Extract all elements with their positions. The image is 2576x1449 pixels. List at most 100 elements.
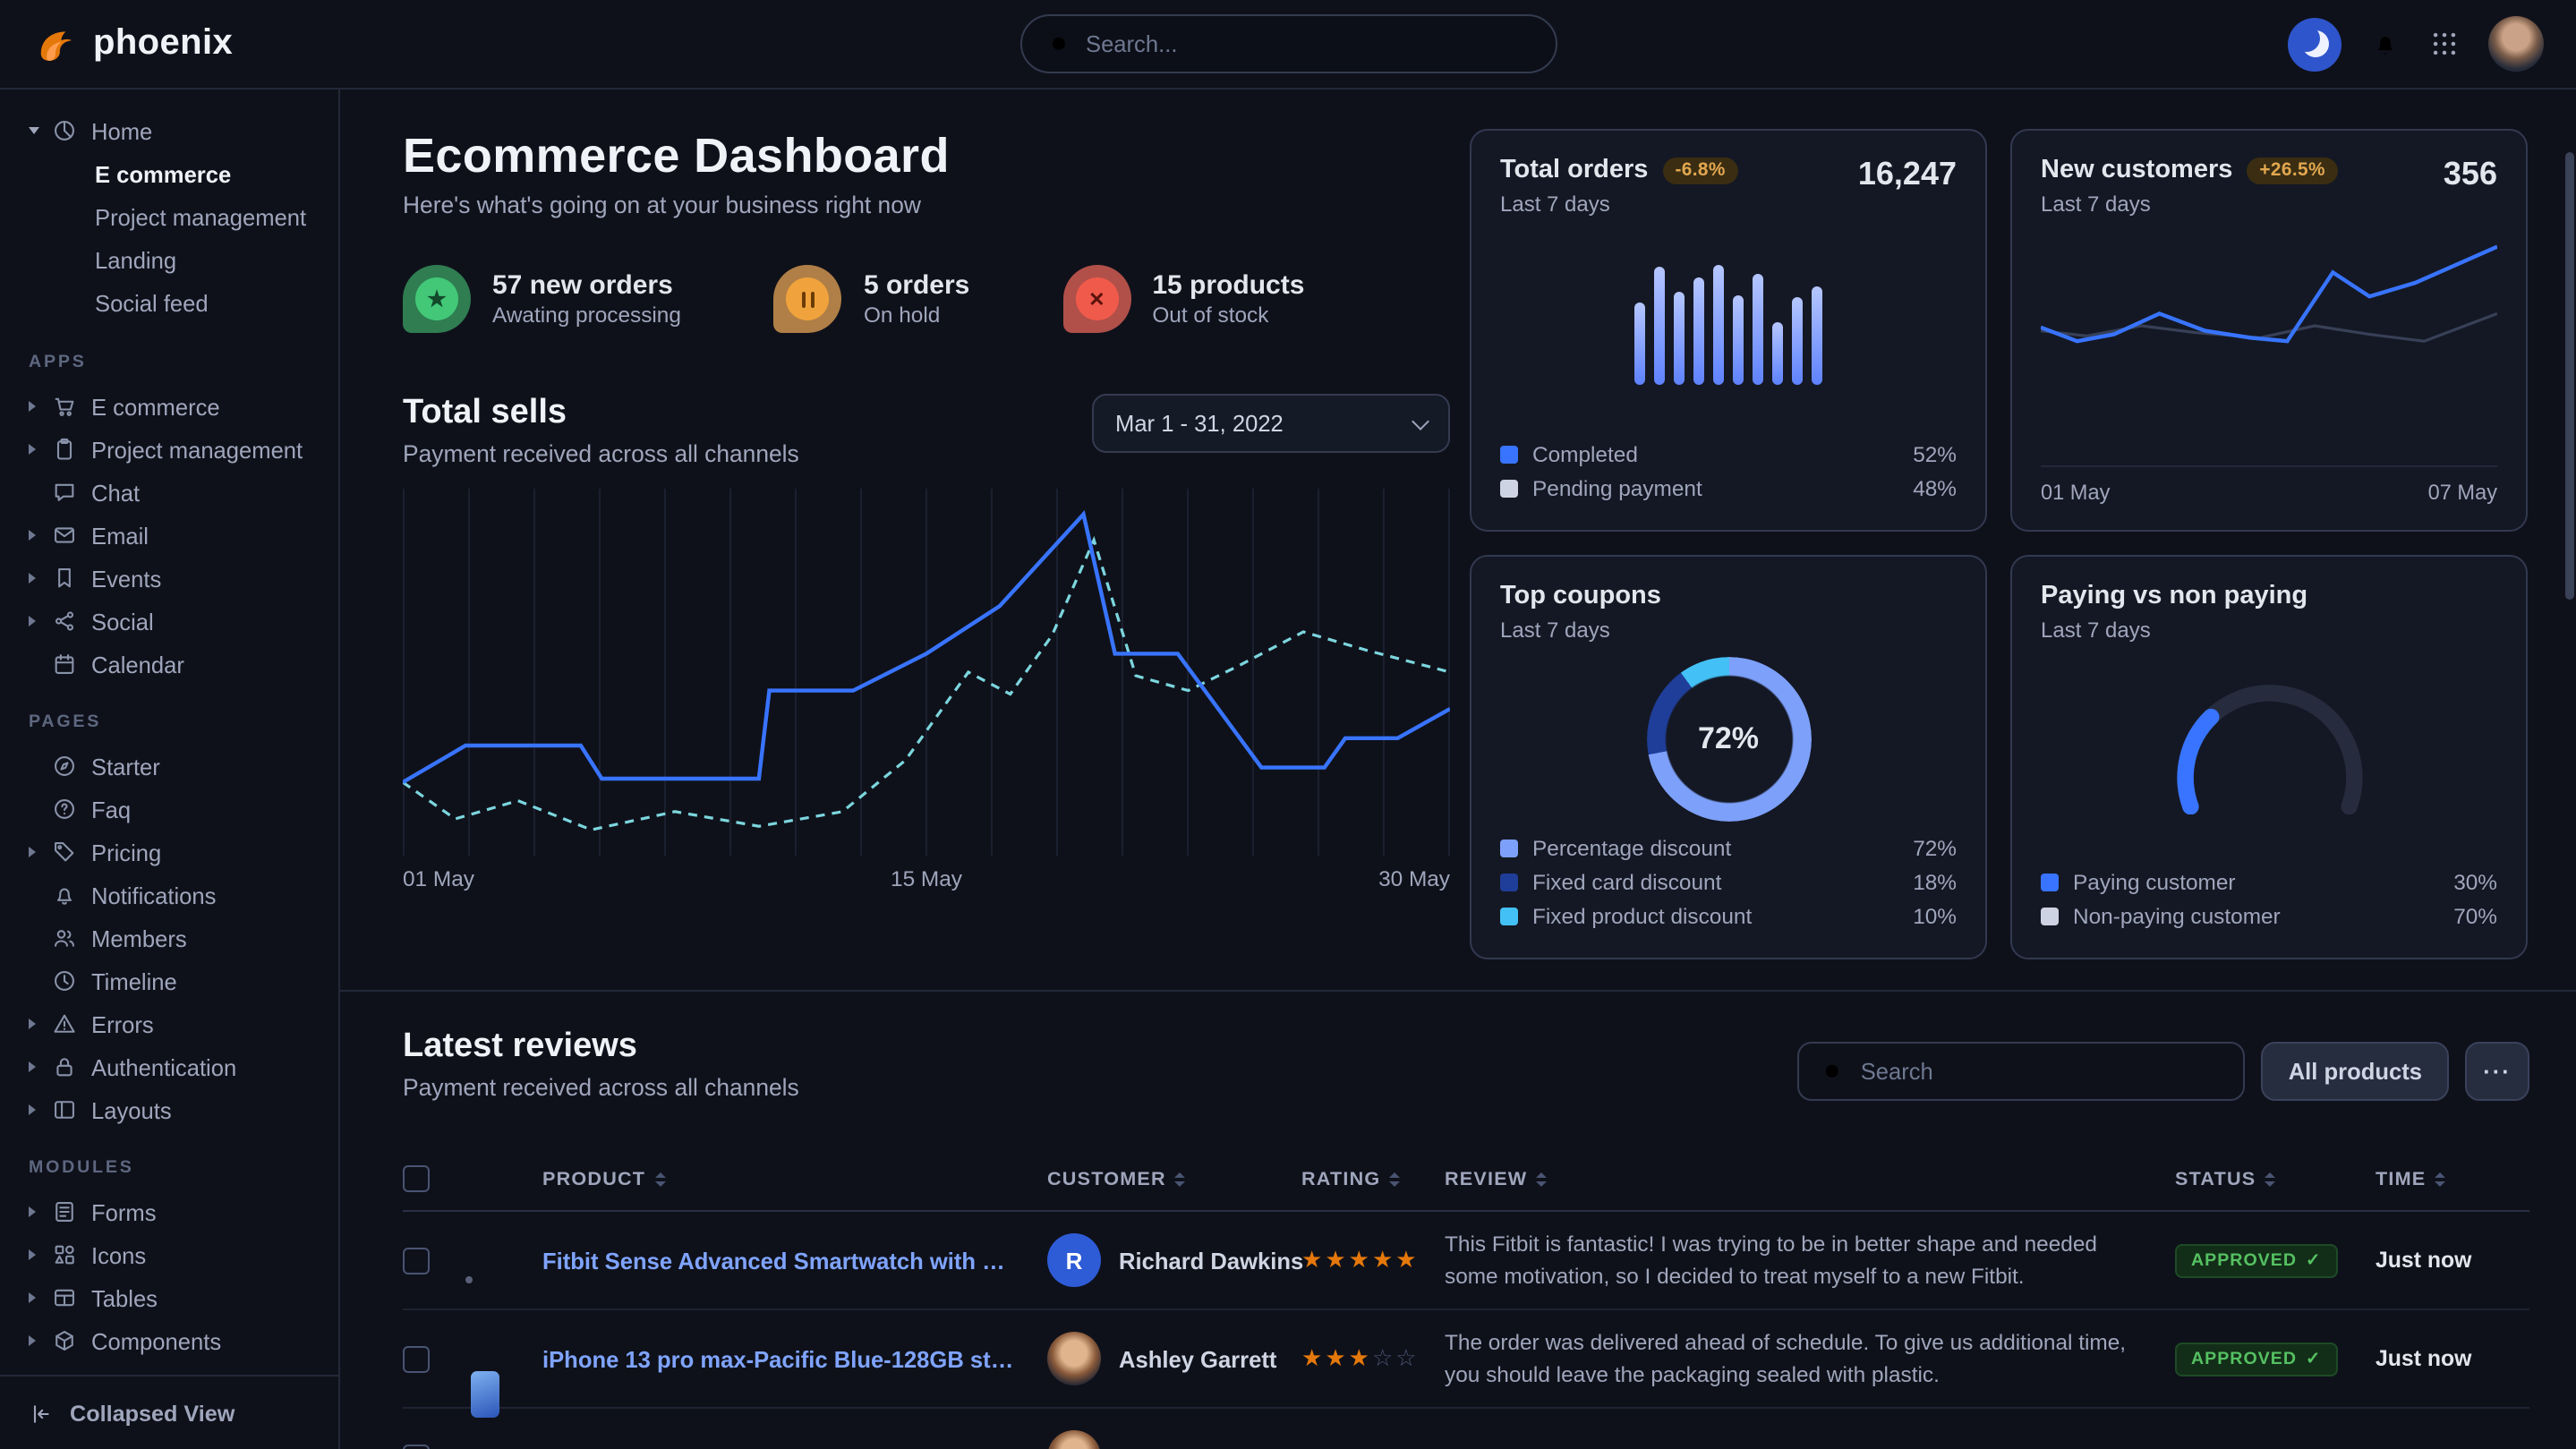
caret-right-icon: [29, 1292, 36, 1303]
reviews-search-box[interactable]: [1798, 1042, 2246, 1101]
table-row: Fitbit Sense Advanced Smartwatch with To…: [403, 1212, 2529, 1310]
sidebar-item-members[interactable]: Members: [0, 916, 338, 959]
select-all-checkbox[interactable]: [403, 1165, 430, 1192]
sidebar-item-social[interactable]: Social: [0, 600, 338, 643]
chevron-down-icon: [1412, 412, 1429, 430]
caret-right-icon: [29, 1249, 36, 1260]
total-sells-x-axis: 01 May 15 May 30 May: [403, 866, 1450, 891]
sidebar-item-landing[interactable]: Landing: [0, 240, 338, 283]
sidebar-nav: Home E commerce Project management Landi…: [0, 89, 338, 1375]
customer-avatar: [1047, 1430, 1101, 1449]
user-avatar[interactable]: [2488, 16, 2544, 72]
caret-right-icon: [29, 401, 36, 412]
collapsed-view-toggle[interactable]: Collapsed View: [0, 1375, 338, 1449]
stat-out-of-stock: ✕ 15 products Out of stock: [1062, 265, 1304, 333]
column-time[interactable]: TIME: [2376, 1168, 2529, 1189]
app-window: phoenix Home E commerce Project manageme…: [0, 0, 2576, 1449]
sidebar-item-project-management-dashboard[interactable]: Project management: [0, 197, 338, 240]
global-search-box[interactable]: [1019, 14, 1557, 73]
sidebar-item-email[interactable]: Email: [0, 514, 338, 557]
theme-toggle-button[interactable]: [2288, 17, 2341, 71]
sidebar-item-notifications[interactable]: Notifications: [0, 874, 338, 916]
sidebar-item-chat[interactable]: Chat: [0, 471, 338, 514]
row-checkbox[interactable]: [403, 1247, 430, 1274]
latest-reviews-subtitle: Payment received across all channels: [403, 1074, 799, 1101]
sidebar-item-events[interactable]: Events: [0, 557, 338, 600]
sidebar-item-social-feed[interactable]: Social feed: [0, 283, 338, 326]
caret-right-icon: [29, 444, 36, 455]
sidebar-item-layouts[interactable]: Layouts: [0, 1088, 338, 1131]
new-customers-line-chart: [2041, 238, 2497, 410]
more-options-button[interactable]: ···: [2465, 1042, 2529, 1101]
reviews-search-input[interactable]: [1861, 1058, 2222, 1085]
form-icon: [52, 1199, 77, 1224]
moon-icon: [2302, 30, 2329, 56]
customer-avatar: [1047, 1332, 1101, 1385]
sidebar-item-tables[interactable]: Tables: [0, 1276, 338, 1319]
review-time: Just now: [2376, 1346, 2529, 1371]
sidebar-item-pricing[interactable]: Pricing: [0, 831, 338, 874]
total-sells-previous-line: [403, 540, 1450, 830]
column-product[interactable]: PRODUCT: [542, 1168, 1047, 1189]
share-icon: [52, 609, 77, 634]
rating-stars: ★★★☆☆: [1301, 1342, 1445, 1375]
all-products-button[interactable]: All products: [2262, 1042, 2449, 1101]
column-customer[interactable]: CUSTOMER: [1047, 1168, 1301, 1189]
caret-right-icon: [29, 616, 36, 626]
collapse-icon: [29, 1401, 54, 1426]
shapes-icon: [52, 1242, 77, 1267]
sidebar-item-timeline[interactable]: Timeline: [0, 959, 338, 1002]
out-of-stock-bubble-icon: ✕: [1062, 265, 1130, 333]
customer-cell[interactable]: R Richard Dawkins: [1047, 1233, 1301, 1287]
components-icon: [52, 1328, 77, 1353]
product-link[interactable]: iPhone 13 pro max-Pacific Blue-128GB sto…: [542, 1345, 1047, 1372]
users-icon: [52, 925, 77, 950]
page-subtitle: Here's what's going on at your business …: [403, 192, 1450, 218]
chat-icon: [52, 480, 77, 505]
search-icon: [1052, 37, 1068, 53]
apps-grid-button[interactable]: [2429, 29, 2460, 59]
pause-icon: [801, 291, 815, 307]
sidebar-item-components[interactable]: Components: [0, 1319, 338, 1362]
row-checkbox[interactable]: [403, 1444, 430, 1449]
customer-cell[interactable]: Ashley Garrett: [1047, 1332, 1301, 1385]
column-rating[interactable]: RATING: [1301, 1168, 1445, 1189]
sidebar-item-home[interactable]: Home: [0, 107, 338, 154]
kpi-cards: Total orders -6.8% Last 7 days 16,247 Co…: [1470, 129, 2529, 959]
column-status[interactable]: STATUS: [2175, 1168, 2376, 1189]
sort-icon: [2265, 1172, 2275, 1186]
sidebar-item-authentication[interactable]: Authentication: [0, 1045, 338, 1088]
sidebar-item-calendar[interactable]: Calendar: [0, 643, 338, 686]
check-icon: ✓: [2306, 1350, 2321, 1369]
date-range-select[interactable]: Mar 1 - 31, 2022: [1092, 394, 1450, 453]
caret-right-icon: [29, 1104, 36, 1115]
sidebar-item-ecommerce-dashboard[interactable]: E commerce: [0, 154, 338, 197]
sort-icon: [1536, 1172, 1547, 1186]
sidebar-item-icons[interactable]: Icons: [0, 1233, 338, 1276]
brand[interactable]: phoenix: [32, 21, 233, 67]
product-link[interactable]: Fitbit Sense Advanced Smartwatch with To…: [542, 1247, 1047, 1274]
sidebar-item-apps-ecommerce[interactable]: E commerce: [0, 385, 338, 428]
warning-icon: [52, 1011, 77, 1036]
sidebar-item-faq[interactable]: Faq: [0, 788, 338, 831]
sidebar-item-forms[interactable]: Forms: [0, 1190, 338, 1233]
scrollbar-thumb[interactable]: [2565, 152, 2574, 600]
global-search-input[interactable]: [1086, 30, 1530, 57]
sidebar-item-errors[interactable]: Errors: [0, 1002, 338, 1045]
total-orders-value: 16,247: [1858, 156, 1957, 193]
total-orders-card: Total orders -6.8% Last 7 days 16,247 Co…: [1470, 129, 1987, 532]
mail-icon: [52, 523, 77, 548]
pie-chart-icon: [52, 118, 77, 143]
layout-icon: [52, 1097, 77, 1122]
sidebar-item-apps-project-management[interactable]: Project management: [0, 428, 338, 471]
page-title: Ecommerce Dashboard: [403, 129, 1450, 184]
column-review[interactable]: REVIEW: [1445, 1168, 2175, 1189]
sort-icon: [2435, 1172, 2445, 1186]
sidebar-item-starter[interactable]: Starter: [0, 745, 338, 788]
sort-icon: [1175, 1172, 1186, 1186]
legend-paying-customer: Paying customer 30%: [2041, 865, 2497, 899]
notifications-button[interactable]: [2370, 29, 2401, 59]
x-icon: ✕: [1088, 287, 1105, 311]
row-checkbox[interactable]: [403, 1345, 430, 1372]
customer-avatar: R: [1047, 1233, 1101, 1287]
